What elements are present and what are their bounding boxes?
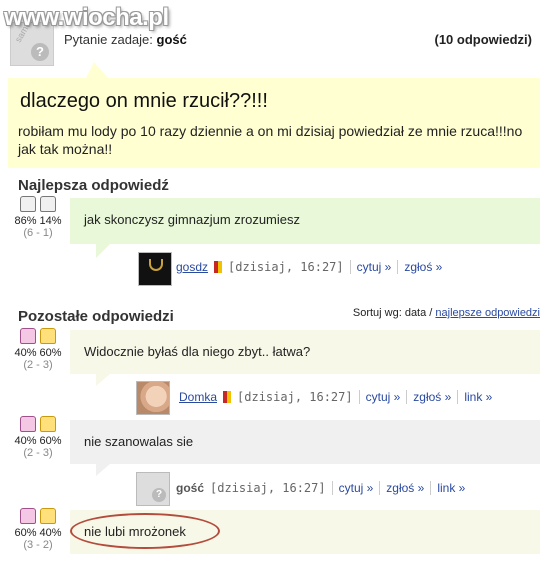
- crown-logo-icon: [149, 259, 163, 271]
- best-answer-tail: [96, 244, 110, 258]
- report-link[interactable]: zgłoś »: [413, 390, 451, 404]
- user-avatar-gosdz[interactable]: [138, 252, 172, 286]
- answer-tail: [96, 464, 110, 476]
- vote-percent: 40% 60%: [14, 347, 62, 359]
- answer-text: Widocznie byłaś dla niego zbyt.. łatwa?: [84, 344, 311, 359]
- divider: [430, 481, 432, 495]
- asker-line: Pytanie zadaje: gość: [64, 32, 187, 47]
- quote-link[interactable]: cytuj »: [366, 390, 401, 404]
- thumb-up-icon[interactable]: [20, 328, 36, 344]
- author-link[interactable]: Domka: [179, 390, 217, 404]
- divider: [397, 260, 399, 274]
- divider: [457, 390, 459, 404]
- divider: [349, 260, 351, 274]
- answer-text: nie szanowalas sie: [84, 434, 194, 449]
- quote-link[interactable]: cytuj »: [339, 481, 374, 495]
- best-answer-box: jak skonczysz gimnazjum zrozumiesz: [70, 198, 540, 244]
- author-link[interactable]: gosdz: [176, 260, 208, 274]
- thumb-down-icon[interactable]: [40, 416, 56, 432]
- answer-date: [dzisiaj, 16:27]: [228, 260, 344, 274]
- thumb-up-icon[interactable]: [20, 508, 36, 524]
- vote-percent: 60% 40%: [14, 527, 62, 539]
- report-link[interactable]: zgłoś »: [404, 260, 442, 274]
- vote-count: (6 - 1): [23, 227, 53, 239]
- answer-box: Widocznie byłaś dla niego zbyt.. łatwa?: [70, 330, 540, 374]
- asker-label: Pytanie zadaje:: [64, 32, 153, 47]
- question-bubble-tail: [86, 62, 108, 78]
- best-answer-text: jak skonczysz gimnazjum zrozumiesz: [84, 212, 301, 227]
- user-avatar-anon[interactable]: ?: [136, 472, 170, 506]
- sort-label: Sortuj wg: data /: [352, 307, 433, 319]
- best-votes: 86% 14% (6 - 1): [10, 196, 66, 239]
- answer-votes: 60% 40% (3 - 2): [10, 508, 66, 551]
- answers-count: (10 odpowiedzi): [434, 32, 533, 47]
- sort-options: Sortuj wg: data / najlepsze odpowiedzi: [353, 307, 540, 319]
- answer-date: [dzisiaj, 16:27]: [237, 390, 353, 404]
- answer-box: nie szanowalas sie: [70, 420, 540, 464]
- best-answer-heading: Najlepsza odpowiedź: [18, 177, 169, 194]
- permalink[interactable]: link »: [437, 481, 465, 495]
- vote-percent: 86% 14%: [14, 215, 62, 227]
- divider: [358, 390, 360, 404]
- thumb-down-icon[interactable]: [40, 196, 56, 212]
- flag-icon: [214, 261, 223, 273]
- permalink[interactable]: link »: [464, 390, 492, 404]
- sort-best-link[interactable]: najlepsze odpowiedzi: [435, 307, 540, 319]
- flag-icon: [223, 391, 232, 403]
- answer-tail: [96, 374, 110, 386]
- quote-link[interactable]: cytuj »: [357, 260, 392, 274]
- thumb-up-icon[interactable]: [20, 196, 36, 212]
- question-mark-icon: ?: [152, 488, 166, 502]
- vote-percent: 40% 60%: [14, 435, 62, 447]
- answer-meta: Domka [dzisiaj, 16:27] cytuj » zgłoś » l…: [179, 390, 492, 404]
- question-box: dlaczego on mnie rzucił??!!! robiłam mu …: [8, 78, 540, 168]
- divider: [379, 481, 381, 495]
- user-avatar-domka[interactable]: [136, 381, 170, 415]
- divider: [331, 481, 333, 495]
- highlight-circle: [70, 513, 220, 549]
- question-title: dlaczego on mnie rzucił??!!!: [20, 90, 268, 112]
- best-answer-meta: gosdz [dzisiaj, 16:27] cytuj » zgłoś »: [176, 260, 442, 274]
- thumb-up-icon[interactable]: [20, 416, 36, 432]
- watermark: www.wiocha.pl: [4, 4, 169, 31]
- report-link[interactable]: zgłoś »: [386, 481, 424, 495]
- vote-count: (3 - 2): [23, 539, 53, 551]
- other-answers-heading: Pozostałe odpowiedzi: [18, 308, 174, 325]
- answer-votes: 40% 60% (2 - 3): [10, 416, 66, 459]
- thumb-down-icon[interactable]: [40, 508, 56, 524]
- vote-count: (2 - 3): [23, 447, 53, 459]
- author-name: gość: [176, 481, 205, 495]
- asker-name: gość: [156, 32, 187, 47]
- divider: [406, 390, 408, 404]
- question-body: robiłam mu lody po 10 razy dziennie a on…: [18, 123, 523, 157]
- question-mark-icon: ?: [31, 43, 49, 61]
- answer-votes: 40% 60% (2 - 3): [10, 328, 66, 371]
- thumb-down-icon[interactable]: [40, 328, 56, 344]
- vote-count: (2 - 3): [23, 359, 53, 371]
- answer-meta: gość [dzisiaj, 16:27] cytuj » zgłoś » li…: [176, 481, 465, 495]
- answer-date: [dzisiaj, 16:27]: [210, 481, 326, 495]
